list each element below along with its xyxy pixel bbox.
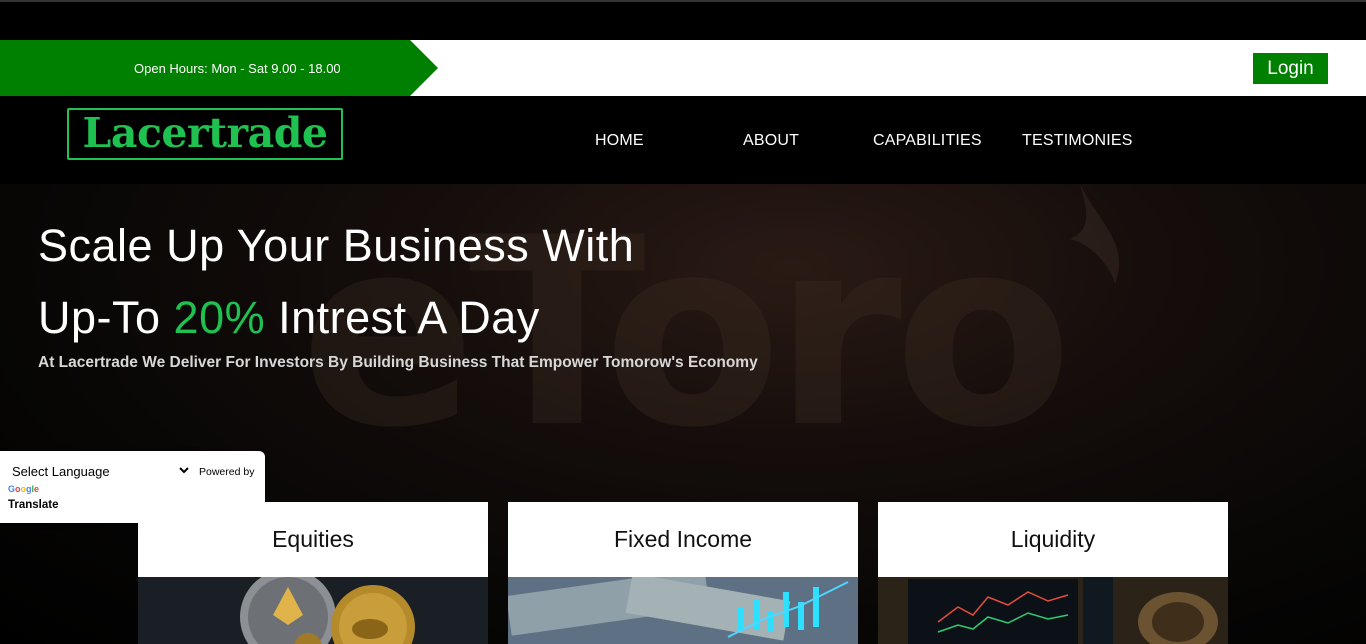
top-black-strip — [0, 0, 1366, 40]
hero-subtitle: At Lacertrade We Deliver For Investors B… — [38, 354, 758, 371]
trading-screen-photo — [878, 577, 1228, 644]
dollar-chart-photo — [508, 577, 858, 644]
card-title: Fixed Income — [613, 526, 753, 552]
login-button[interactable]: Login — [1253, 53, 1328, 84]
hero-heading-line-2: Up-To 20% Intrest A Day — [38, 292, 540, 344]
chevron-down-icon[interactable] — [177, 463, 191, 477]
info-bar: Open Hours: Mon - Sat 9.00 - 18.00 Login — [0, 40, 1366, 96]
nav-link-home[interactable]: HOME — [595, 132, 644, 150]
google-logo[interactable]: Google — [8, 484, 39, 494]
hero-rate-highlight: 20% — [173, 292, 266, 343]
nav-link-capabilities[interactable]: CAPABILITIES — [873, 132, 982, 150]
hero-heading-suffix: Intrest A Day — [265, 292, 540, 343]
hero-swoosh-graphic — [1070, 184, 1120, 284]
open-hours-text: Open Hours: Mon - Sat 9.00 - 18.00 — [134, 61, 341, 76]
hero-heading-line-1: Scale Up Your Business With — [38, 220, 635, 271]
language-select[interactable]: Select Language — [12, 464, 110, 479]
hero-heading-prefix: Up-To — [38, 292, 174, 343]
coins-photo — [138, 577, 488, 644]
nav-link-testimonies[interactable]: TESTIMONIES — [1022, 132, 1133, 150]
main-navbar: Lacertrade HOME ABOUT CAPABILITIES TESTI… — [0, 96, 1366, 184]
powered-by-text: Powered by — [199, 466, 255, 478]
card-liquidity[interactable]: Liquidity — [878, 502, 1228, 644]
open-hours-banner: Open Hours: Mon - Sat 9.00 - 18.00 — [0, 40, 438, 96]
card-title: Liquidity — [1010, 526, 1096, 552]
translate-text: Translate — [8, 499, 59, 511]
card-fixed-income[interactable]: Fixed Income — [508, 502, 858, 644]
nav-link-about[interactable]: ABOUT — [743, 132, 799, 150]
card-equities[interactable]: Equities — [138, 502, 488, 644]
site-logo[interactable]: Lacertrade — [67, 108, 343, 160]
card-title: Equities — [272, 526, 354, 552]
